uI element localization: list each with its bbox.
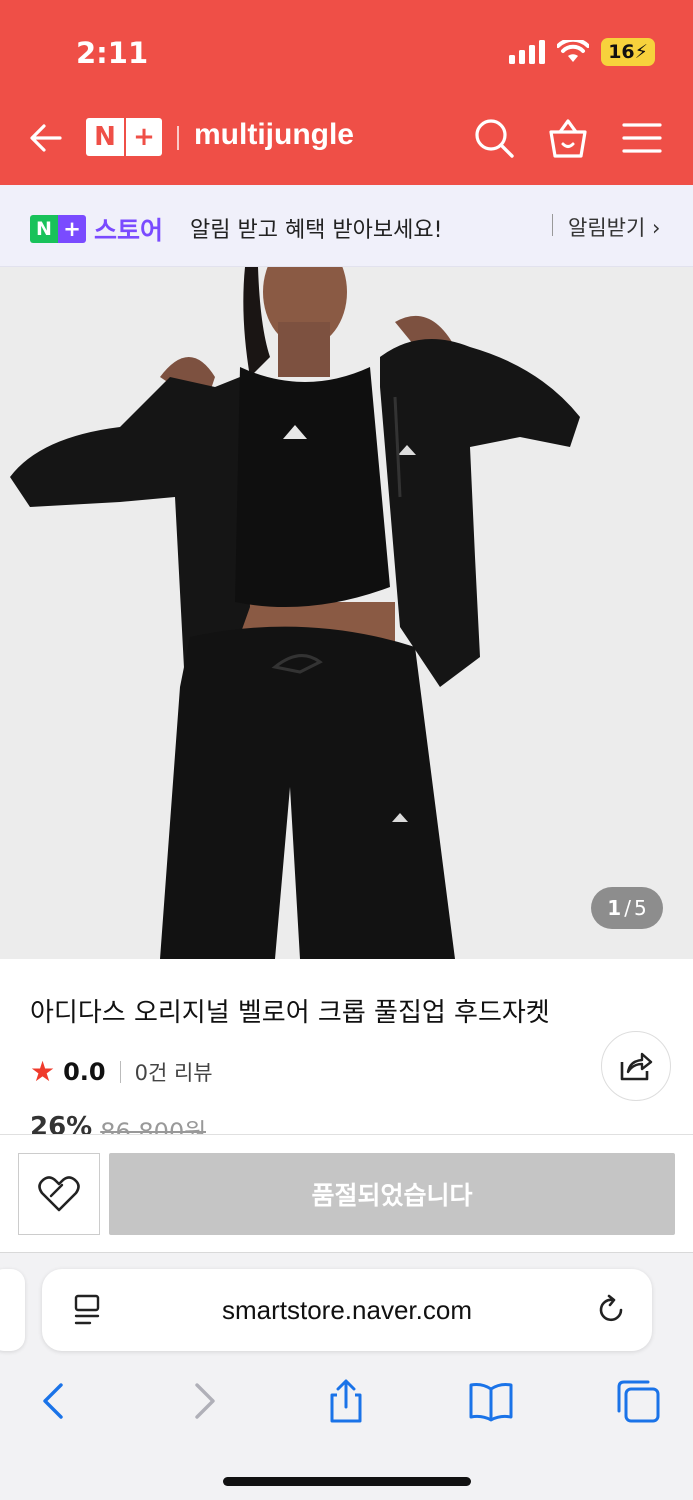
address-bar[interactable]: smartstore.naver.com (42, 1269, 652, 1351)
soldout-button[interactable]: 품절되었습니다 (109, 1153, 675, 1235)
price-row: 26% 86,800원 (30, 1112, 206, 1134)
store-brand-name[interactable]: multijungle (194, 118, 354, 152)
browser-nav-row (0, 1371, 693, 1431)
subscribe-alert-link[interactable]: 알림받기 › (568, 212, 660, 242)
search-icon[interactable] (472, 116, 516, 160)
purchase-bar: 품절되었습니다 (0, 1134, 693, 1252)
nplus-store-logo: N + 스토어 (30, 211, 163, 247)
image-counter: 1 / 5 (591, 887, 663, 929)
star-icon: ★ (30, 1055, 56, 1088)
browser-toolbar: smartstore.naver.com (0, 1252, 693, 1500)
wifi-icon (557, 40, 590, 62)
browser-back-icon[interactable] (30, 1377, 78, 1425)
rating-score: 0.0 (63, 1057, 106, 1086)
review-count[interactable]: 0건 리뷰 (135, 1057, 213, 1087)
home-indicator (223, 1477, 471, 1486)
heart-icon (38, 1176, 80, 1212)
discount-rate: 26% (30, 1112, 93, 1134)
url-text: smartstore.naver.com (222, 1295, 472, 1325)
signal-icon (509, 40, 546, 64)
app-header-area: 2:11 16⚡ N + multijungle (0, 0, 693, 185)
brand-divider (177, 126, 179, 150)
notification-banner[interactable]: N + 스토어 알림 받고 혜택 받아보세요! 알림받기 › (0, 185, 693, 267)
share-icon (620, 1052, 653, 1081)
back-arrow-icon[interactable] (26, 118, 66, 158)
banner-divider (552, 214, 553, 236)
shopping-bag-icon[interactable] (546, 116, 590, 160)
bookmarks-icon[interactable] (467, 1377, 515, 1425)
app-header: N + multijungle (0, 98, 693, 178)
menu-icon[interactable] (620, 116, 664, 160)
status-time: 2:11 (76, 36, 149, 70)
wishlist-button[interactable] (18, 1153, 100, 1235)
rating-divider (119, 1060, 121, 1083)
previous-tab-peek[interactable] (0, 1269, 25, 1351)
rating-row[interactable]: ★ 0.0 0건 리뷰 (30, 1055, 213, 1088)
product-photo (0, 267, 693, 959)
banner-message: 알림 받고 혜택 받아보세요! (190, 218, 443, 243)
battery-indicator: 16⚡ (601, 38, 655, 66)
product-image-carousel[interactable]: 1 / 5 (0, 267, 693, 959)
original-price: 86,800원 (100, 1118, 207, 1134)
reload-icon[interactable] (594, 1293, 628, 1327)
tabs-icon[interactable] (614, 1377, 662, 1425)
share-button[interactable] (601, 1031, 671, 1101)
product-title: 아디다스 오리지널 벨로어 크롭 풀집업 후드자켓 (30, 998, 550, 1028)
browser-forward-icon[interactable] (180, 1377, 228, 1425)
share-sheet-icon[interactable] (322, 1377, 370, 1425)
status-icons: 16⚡ (509, 38, 655, 66)
nplus-logo[interactable]: N + (86, 118, 162, 156)
